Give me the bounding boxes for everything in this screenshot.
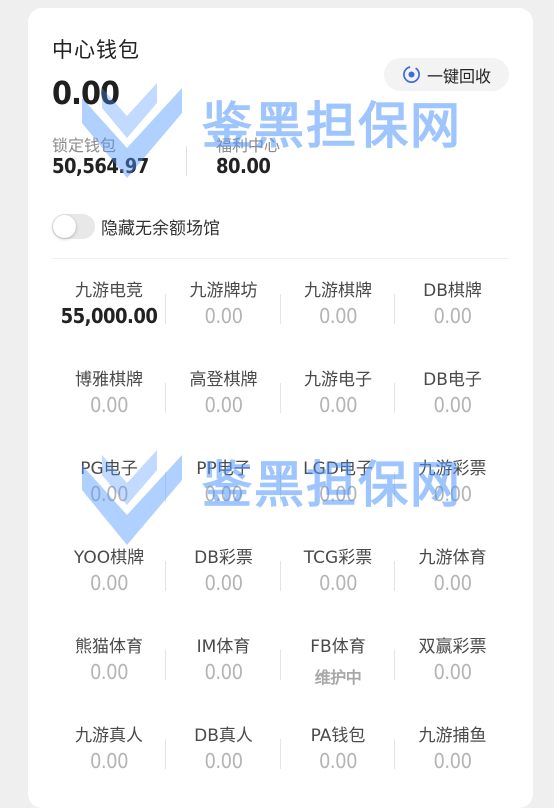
- wallet-title: 中心钱包: [52, 38, 140, 62]
- venue-cell[interactable]: TCG彩票 0.00: [281, 527, 395, 616]
- hide-empty-toggle[interactable]: [52, 214, 95, 239]
- venue-cell[interactable]: 九游电竞 55,000.00: [52, 260, 166, 349]
- venue-balance: 0.00: [204, 660, 243, 684]
- recycle-button[interactable]: 一键回收: [384, 58, 509, 91]
- recycle-label: 一键回收: [426, 66, 491, 86]
- venue-name: PA钱包: [310, 726, 366, 746]
- venue-name: DB棋牌: [423, 281, 482, 301]
- venue-balance: 0.00: [433, 660, 472, 684]
- venue-balance: 维护中: [314, 668, 362, 687]
- venue-name: DB彩票: [194, 548, 253, 568]
- venue-name: 九游电竞: [75, 281, 143, 301]
- venue-balance: 0.00: [89, 482, 129, 506]
- divider: [186, 146, 187, 176]
- wallet-card: 中心钱包 0.00 一键回收 锁定钱包 50,564.97 福利中心 80.00…: [28, 8, 533, 808]
- venue-name: 博雅棋牌: [75, 370, 143, 390]
- venue-cell[interactable]: IM体育 0.00: [167, 616, 281, 705]
- locked-wallet-label: 锁定钱包: [52, 136, 117, 155]
- venue-balance: 0.00: [433, 393, 472, 417]
- venue-balance: 0.00: [433, 571, 472, 595]
- venue-cell[interactable]: FB体育维护中: [281, 616, 395, 705]
- venue-balance: 0.00: [89, 749, 129, 773]
- venue-cell[interactable]: 熊猫体育 0.00: [52, 616, 166, 705]
- venue-cell[interactable]: 九游棋牌 0.00: [281, 260, 395, 349]
- venue-cell[interactable]: 高登棋牌 0.00: [167, 349, 281, 438]
- venue-balance: 0.00: [433, 749, 472, 773]
- venue-cell[interactable]: PG电子 0.00: [52, 438, 166, 527]
- toggle-knob: [53, 215, 76, 238]
- venue-cell[interactable]: 九游体育 0.00: [396, 527, 510, 616]
- venue-name: PG电子: [80, 459, 138, 479]
- venue-cell[interactable]: 博雅棋牌 0.00: [52, 349, 166, 438]
- venue-name: 高登棋牌: [189, 370, 258, 390]
- venue-cell[interactable]: 九游电子 0.00: [281, 349, 395, 438]
- venue-name: IM体育: [196, 637, 251, 657]
- venue-cell[interactable]: 九游牌坊 0.00: [167, 260, 281, 349]
- venue-name: YOO棋牌: [73, 548, 145, 568]
- divider: [52, 258, 509, 259]
- venue-name: 九游体育: [418, 548, 487, 568]
- venue-cell[interactable]: 九游彩票 0.00: [396, 438, 510, 527]
- venue-name: 九游电子: [304, 370, 372, 390]
- venue-name: DB电子: [423, 370, 482, 390]
- venue-name: 九游棋牌: [304, 281, 372, 301]
- venue-cell[interactable]: LGD电子 0.00: [281, 438, 395, 527]
- venue-cell[interactable]: DB棋牌 0.00: [396, 260, 510, 349]
- venue-name: 双赢彩票: [418, 637, 487, 657]
- venue-balance: 0.00: [204, 393, 243, 417]
- venue-name: DB真人: [194, 726, 253, 746]
- venue-cell[interactable]: DB彩票 0.00: [167, 527, 281, 616]
- venue-balance: 0.00: [89, 571, 129, 595]
- venue-name: FB体育: [310, 637, 366, 657]
- venue-name: 九游牌坊: [189, 281, 258, 301]
- venue-name: 九游真人: [75, 726, 143, 746]
- venue-name: LGD电子: [303, 459, 373, 479]
- locked-wallet-value: 50,564.97: [52, 154, 149, 178]
- venue-balance: 0.00: [89, 393, 129, 417]
- venue-name: TCG彩票: [303, 548, 373, 568]
- venue-name: 九游捕鱼: [418, 726, 487, 746]
- venue-balance: 0.00: [204, 482, 243, 506]
- welfare-center-label[interactable]: 福利中心: [216, 132, 280, 156]
- venue-balance: 0.00: [89, 660, 129, 684]
- venue-name: PP电子: [196, 459, 251, 479]
- recycle-icon: [403, 66, 420, 83]
- venue-balance: 0.00: [318, 749, 358, 773]
- venue-balance: 0.00: [318, 393, 358, 417]
- wallet-balance: 0.00: [52, 74, 120, 112]
- venue-balance: 0.00: [318, 571, 358, 595]
- venue-cell[interactable]: PP电子 0.00: [167, 438, 281, 527]
- venue-cell[interactable]: 双赢彩票 0.00: [396, 616, 510, 705]
- venue-name: 九游彩票: [418, 459, 487, 479]
- venue-balance: 0.00: [204, 571, 243, 595]
- venue-name: 熊猫体育: [75, 637, 143, 657]
- venue-balance: 55,000.00: [60, 304, 158, 328]
- venue-balance: 0.00: [433, 482, 472, 506]
- venue-balance: 0.00: [204, 304, 243, 328]
- hide-empty-toggle-row: 隐藏无余额场馆: [52, 214, 220, 239]
- hide-empty-label: 隐藏无余额场馆: [101, 219, 220, 239]
- venue-cell[interactable]: DB电子 0.00: [396, 349, 510, 438]
- venue-balance: 0.00: [433, 304, 472, 328]
- venue-balance: 0.00: [204, 749, 243, 773]
- welfare-center-value: 80.00: [216, 154, 271, 178]
- venue-balance: 0.00: [318, 304, 358, 328]
- venue-balance: 0.00: [318, 482, 358, 506]
- venue-cell[interactable]: YOO棋牌 0.00: [52, 527, 166, 616]
